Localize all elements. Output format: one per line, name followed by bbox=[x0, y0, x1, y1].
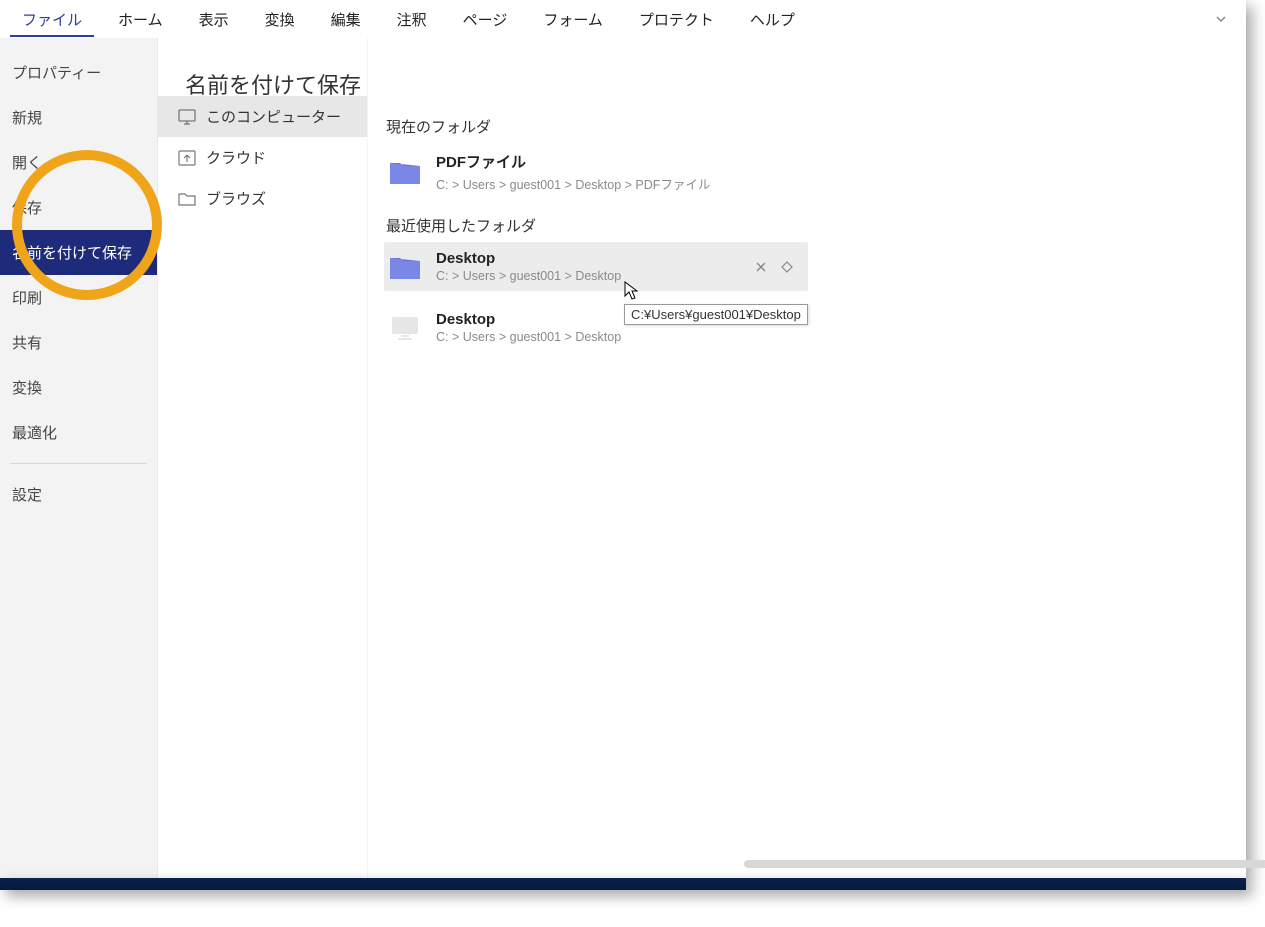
cloud-up-icon bbox=[178, 150, 196, 166]
monitor-icon bbox=[388, 313, 422, 343]
monitor-icon bbox=[178, 109, 196, 125]
menu-protect[interactable]: プロテクト bbox=[621, 1, 732, 36]
folder-icon bbox=[388, 252, 422, 282]
sidebar-item-share[interactable]: 共有 bbox=[0, 320, 157, 365]
body: プロパティー 新規 開く 保存 名前を付けて保存 印刷 共有 変換 最適化 設定… bbox=[0, 38, 1246, 878]
menu-view[interactable]: 表示 bbox=[181, 1, 247, 36]
recent-folder-row[interactable]: Desktop C: > Users > guest001 > Desktop bbox=[384, 242, 808, 291]
folder-path: C: > Users > guest001 > Desktop > PDFファイ… bbox=[436, 174, 798, 193]
menu-help[interactable]: ヘルプ bbox=[732, 1, 813, 36]
file-menu-sidebar: プロパティー 新規 開く 保存 名前を付けて保存 印刷 共有 変換 最適化 設定 bbox=[0, 38, 158, 878]
locations-panel: このコンピューター クラウド ブラウズ bbox=[158, 38, 368, 878]
sidebar-item-open[interactable]: 開く bbox=[0, 140, 157, 185]
sidebar-item-new[interactable]: 新規 bbox=[0, 95, 157, 140]
sidebar-item-save-as[interactable]: 名前を付けて保存 bbox=[0, 230, 157, 275]
folder-name: Desktop bbox=[436, 250, 740, 267]
menu-form[interactable]: フォーム bbox=[525, 1, 621, 36]
location-label: このコンピューター bbox=[206, 106, 341, 127]
sidebar-item-print[interactable]: 印刷 bbox=[0, 275, 157, 320]
remove-recent-icon[interactable] bbox=[754, 260, 768, 274]
app-window: ファイル ホーム 表示 変換 編集 注釈 ページ フォーム プロテクト ヘルプ … bbox=[0, 0, 1246, 878]
page-title: 名前を付けて保存 bbox=[185, 68, 367, 100]
menu-home[interactable]: ホーム bbox=[100, 1, 181, 36]
menu-convert[interactable]: 変換 bbox=[247, 1, 313, 36]
menu-annotate[interactable]: 注釈 bbox=[379, 1, 445, 36]
folder-path: C: > Users > guest001 > Desktop bbox=[436, 269, 740, 283]
sidebar-item-save[interactable]: 保存 bbox=[0, 185, 157, 230]
menubar: ファイル ホーム 表示 変換 編集 注釈 ページ フォーム プロテクト ヘルプ bbox=[0, 0, 1246, 38]
pin-icon[interactable] bbox=[780, 260, 794, 274]
location-browse[interactable]: ブラウズ bbox=[158, 178, 367, 219]
menu-file[interactable]: ファイル bbox=[4, 1, 100, 36]
horizontal-scrollbar[interactable] bbox=[744, 860, 1265, 868]
folder-outline-icon bbox=[178, 191, 196, 207]
folder-name: PDFファイル bbox=[436, 151, 798, 172]
current-folder-header: 現在のフォルダ bbox=[384, 116, 1238, 137]
folders-pane: 現在のフォルダ PDFファイル C: > Users > guest001 > … bbox=[368, 38, 1246, 878]
menu-page[interactable]: ページ bbox=[445, 1, 526, 36]
folder-icon bbox=[388, 157, 422, 187]
ribbon-collapse-icon[interactable] bbox=[1214, 12, 1228, 29]
sidebar-divider bbox=[10, 463, 147, 464]
recent-folder-header: 最近使用したフォルダ bbox=[384, 215, 1238, 236]
current-folder-row[interactable]: PDFファイル C: > Users > guest001 > Desktop … bbox=[384, 143, 808, 201]
sidebar-item-properties[interactable]: プロパティー bbox=[0, 50, 157, 95]
sidebar-item-convert[interactable]: 変換 bbox=[0, 365, 157, 410]
taskbar-strip bbox=[0, 878, 1246, 890]
location-label: ブラウズ bbox=[206, 188, 266, 209]
location-cloud[interactable]: クラウド bbox=[158, 137, 367, 178]
menu-edit[interactable]: 編集 bbox=[313, 1, 379, 36]
folder-path: C: > Users > guest001 > Desktop bbox=[436, 330, 798, 344]
location-label: クラウド bbox=[206, 147, 266, 168]
location-this-computer[interactable]: このコンピューター bbox=[158, 96, 367, 137]
sidebar-item-optimize[interactable]: 最適化 bbox=[0, 410, 157, 455]
path-tooltip: C:¥Users¥guest001¥Desktop bbox=[624, 304, 808, 325]
sidebar-item-settings[interactable]: 設定 bbox=[0, 472, 157, 517]
